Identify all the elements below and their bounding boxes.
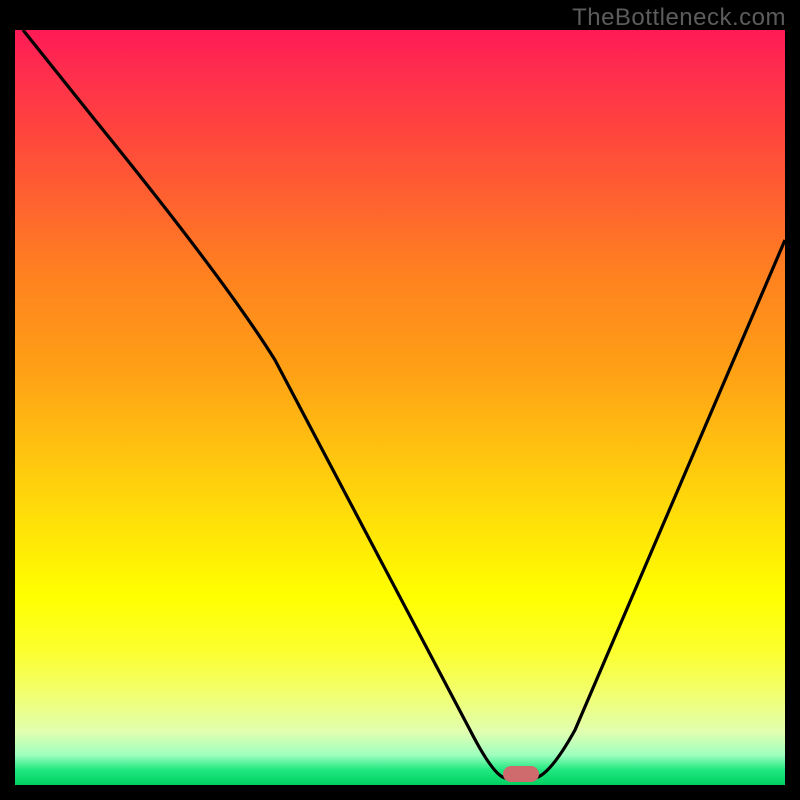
- plot-area: [15, 30, 785, 785]
- bottleneck-curve: [15, 30, 785, 785]
- optimal-marker: [503, 766, 539, 782]
- watermark-text: TheBottleneck.com: [572, 4, 786, 32]
- curve-path: [23, 30, 785, 778]
- chart-frame: TheBottleneck.com: [0, 0, 800, 800]
